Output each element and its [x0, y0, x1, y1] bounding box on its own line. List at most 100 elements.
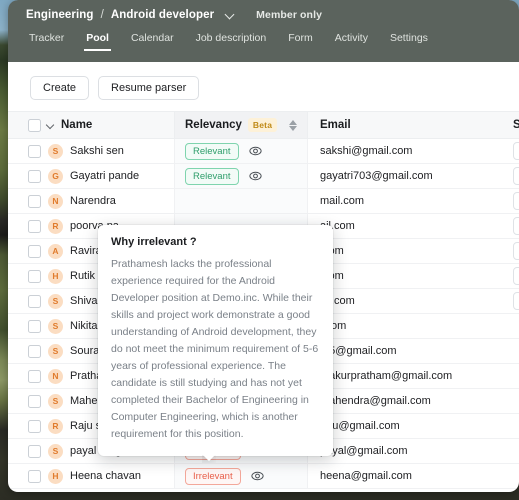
cell-email: thakurpratham@gmail.com	[307, 363, 505, 389]
tab-bar: Tracker Pool Calendar Job description Fo…	[8, 21, 519, 51]
row-checkbox[interactable]	[28, 394, 41, 408]
row-checkbox[interactable]	[28, 194, 41, 208]
create-button[interactable]: Create	[30, 76, 90, 100]
cell-status: In tracker	[505, 263, 519, 289]
row-checkbox[interactable]	[28, 469, 41, 483]
candidate-email: mail.com	[320, 195, 365, 207]
resume-parser-button[interactable]: Resume parser	[98, 76, 200, 100]
cell-email: ail.com	[307, 288, 505, 314]
table-header-row: Name Relevancy Beta Email S	[8, 111, 519, 139]
cell-name: S Sakshi sen	[8, 138, 175, 164]
avatar: S	[48, 143, 63, 159]
main-panel: Create Resume parser Name Relevancy Beta…	[8, 62, 519, 492]
table-row[interactable]: S Sakshi sen Relevant sakshi@gmail.com In tr…	[8, 138, 519, 164]
tab-form[interactable]: Form	[277, 28, 324, 51]
avatar: S	[48, 393, 63, 409]
breadcrumb-child[interactable]: Android developer	[111, 9, 214, 21]
chevron-down-icon[interactable]	[47, 121, 55, 129]
row-checkbox[interactable]	[28, 269, 41, 283]
select-all-checkbox[interactable]	[28, 118, 41, 132]
cell-status: In tracker	[505, 138, 519, 164]
app-header: Engineering / Android developer Member o…	[8, 0, 519, 62]
tooltip-arrow	[202, 455, 216, 463]
breadcrumb-separator: /	[100, 9, 104, 21]
cell-email: ail.com	[307, 213, 505, 239]
status-badge: In tracker	[513, 167, 519, 185]
avatar: H	[48, 468, 63, 484]
cell-status	[505, 438, 519, 464]
status-badge: In tracker	[513, 142, 519, 160]
cell-status: In tracker	[505, 163, 519, 189]
row-checkbox[interactable]	[28, 219, 41, 233]
candidate-name: Narendra	[70, 195, 116, 207]
tab-calendar[interactable]: Calendar	[120, 28, 185, 51]
column-header-email-label: Email	[320, 119, 351, 131]
cell-status	[505, 463, 519, 489]
status-badge: In tracker	[513, 192, 519, 210]
eye-icon[interactable]	[251, 471, 264, 481]
table-toolbar: Create Resume parser	[8, 62, 519, 111]
avatar: S	[48, 293, 63, 309]
cell-name: N Narendra	[8, 188, 175, 214]
breadcrumb: Engineering / Android developer Member o…	[8, 0, 519, 21]
row-checkbox[interactable]	[28, 144, 41, 158]
tab-pool[interactable]: Pool	[75, 28, 120, 51]
relevancy-tag: Irrelevant	[185, 467, 241, 485]
cell-email: l.com	[307, 313, 505, 339]
cell-status	[505, 313, 519, 339]
cell-status	[505, 363, 519, 389]
column-header-name-label: Name	[61, 119, 93, 131]
column-header-email: Email	[307, 111, 505, 139]
candidate-email: thakurpratham@gmail.com	[320, 370, 453, 382]
status-badge: In tracker	[513, 242, 519, 260]
cell-email: payal@gmail.com	[307, 438, 505, 464]
row-checkbox[interactable]	[28, 244, 41, 258]
table-row[interactable]: H Heena chavan Irrelevant heena@gmail.com	[8, 463, 519, 489]
eye-icon[interactable]	[248, 171, 262, 181]
tab-settings[interactable]: Settings	[379, 28, 439, 51]
row-checkbox[interactable]	[28, 444, 41, 458]
row-checkbox[interactable]	[28, 344, 41, 358]
tab-job-description[interactable]: Job description	[185, 28, 278, 51]
sort-toggle-icon[interactable]	[289, 119, 297, 131]
cell-email: raju@gmail.com	[307, 413, 505, 439]
eye-icon[interactable]	[248, 146, 262, 156]
table-row[interactable]: G Gayatri pande Relevant gayatri703@gmail.c…	[8, 163, 519, 189]
avatar: N	[48, 368, 63, 384]
column-header-relevancy-label: Relevancy	[185, 119, 242, 131]
candidate-name: Sakshi sen	[70, 145, 124, 157]
tab-tracker[interactable]: Tracker	[18, 28, 75, 51]
row-checkbox[interactable]	[28, 169, 41, 183]
candidate-email: mahendra@gmail.com	[320, 395, 431, 407]
candidate-name: Gayatri pande	[70, 170, 140, 182]
cell-relevancy	[174, 188, 308, 214]
cell-email: sakshi@gmail.com	[307, 138, 505, 164]
breadcrumb-parent[interactable]: Engineering	[26, 9, 94, 21]
tab-activity[interactable]: Activity	[324, 28, 379, 51]
cell-email: gayatri703@gmail.com	[307, 163, 505, 189]
cell-email: .com	[307, 238, 505, 264]
cell-status: In tracker	[505, 238, 519, 264]
avatar: H	[48, 268, 63, 284]
cell-status: In tracker	[505, 288, 519, 314]
candidate-email: payal@gmail.com	[320, 445, 408, 457]
table-row[interactable]: N Narendra mail.com In tracker	[8, 188, 519, 214]
avatar: N	[48, 193, 63, 209]
column-header-status-label: Status	[513, 119, 519, 131]
row-checkbox[interactable]	[28, 419, 41, 433]
cell-email: mail.com	[307, 188, 505, 214]
cell-email: t65@gmail.com	[307, 338, 505, 364]
row-checkbox[interactable]	[28, 369, 41, 383]
relevancy-tag: Relevant	[185, 167, 239, 185]
why-irrelevant-tooltip: Why irrelevant ? Prathamesh lacks the pr…	[98, 225, 333, 456]
chevron-down-icon[interactable]	[225, 10, 235, 20]
candidate-email: heena@gmail.com	[320, 470, 412, 482]
candidate-name: Heena chavan	[70, 470, 141, 482]
row-checkbox[interactable]	[28, 294, 41, 308]
cell-email: mahendra@gmail.com	[307, 388, 505, 414]
pagination: < 1 ••• 7 8 9 10 11 >	[8, 489, 519, 492]
tooltip-title: Why irrelevant ?	[111, 236, 197, 248]
avatar: S	[48, 318, 63, 334]
column-header-name: Name	[8, 111, 175, 139]
row-checkbox[interactable]	[28, 319, 41, 333]
